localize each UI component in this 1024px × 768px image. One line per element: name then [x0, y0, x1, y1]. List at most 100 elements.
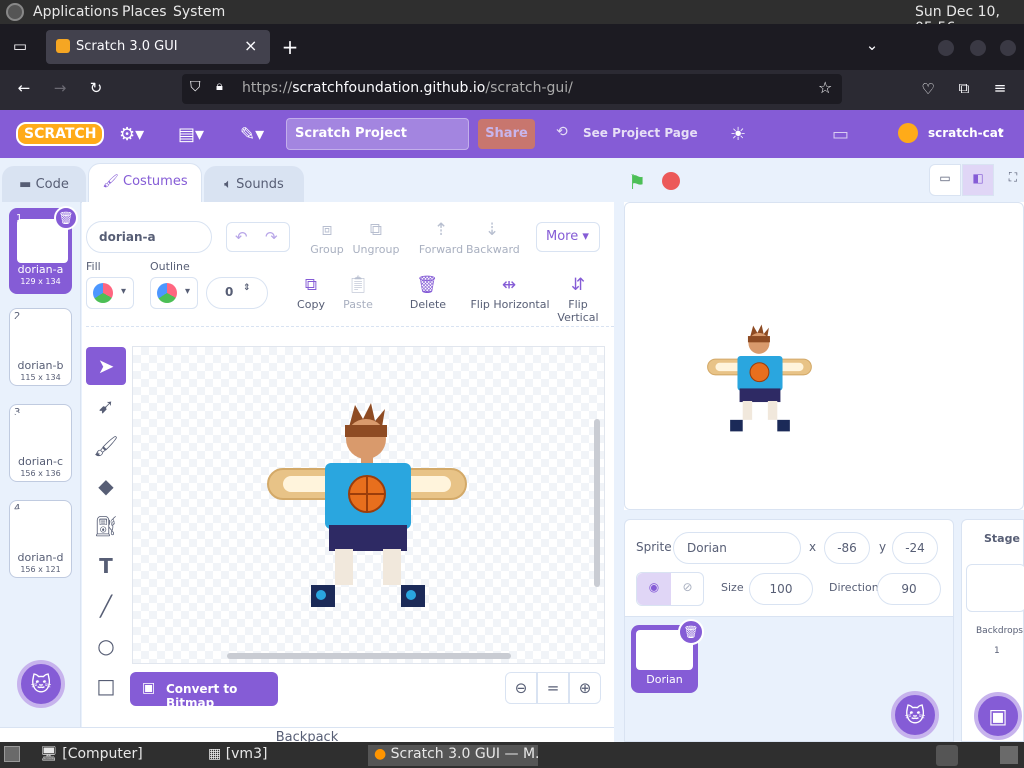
choose-backdrop-icon[interactable]: ▣ — [974, 692, 1022, 740]
hide-eye-icon[interactable]: ⊘ — [671, 573, 704, 605]
lock-icon[interactable]: 🔒︎ — [216, 79, 223, 94]
paste-button[interactable]: Paste — [338, 298, 378, 311]
firefox-tray-icon[interactable] — [936, 745, 958, 766]
canvas-vertical-scrollbar[interactable] — [594, 419, 600, 587]
gnome-foot-icon[interactable] — [6, 3, 24, 21]
close-tab-icon[interactable]: × — [244, 36, 257, 55]
fill-bucket-tool-icon[interactable]: ⛽︎ — [86, 507, 126, 545]
delete-button[interactable]: Delete — [408, 298, 448, 311]
dorian-sprite-drawing[interactable] — [263, 397, 473, 617]
large-stage-icon[interactable]: ◧ — [962, 164, 994, 196]
tab-costumes[interactable]: 🖌︎ Costumes — [88, 163, 202, 203]
back-icon[interactable]: ← — [12, 79, 36, 97]
close-window-icon[interactable] — [1000, 40, 1016, 56]
list-tabs-icon[interactable]: ⌄ — [860, 36, 884, 54]
share-button[interactable]: Share — [478, 119, 535, 149]
group-icon[interactable]: ⧈ — [314, 220, 340, 240]
costume-tile-4[interactable]: 4 dorian-d 156 x 121 — [9, 500, 72, 578]
stop-sign-icon[interactable] — [662, 172, 680, 190]
user-avatar[interactable] — [898, 123, 918, 143]
reshape-tool-icon[interactable]: ➹ — [86, 387, 126, 425]
forward-layer-icon[interactable]: ⇡ — [428, 220, 454, 240]
browser-tab-scratch[interactable]: Scratch 3.0 GUI × — [46, 30, 270, 64]
small-stage-icon[interactable]: ▭ — [929, 164, 961, 196]
text-tool-icon[interactable]: T — [86, 547, 126, 585]
flip-vertical-icon[interactable]: ⇵ — [565, 275, 591, 295]
stage-selector[interactable]: Stage Backdrops 1 ▣ — [961, 519, 1024, 742]
hamburger-menu-icon[interactable]: ≡ — [988, 79, 1012, 97]
redo-icon[interactable]: ↷ — [265, 228, 278, 246]
minimize-icon[interactable] — [938, 40, 954, 56]
debug-lightbulb-icon[interactable]: ☀ — [730, 124, 746, 145]
settings-gear-icon[interactable]: ⚙▾ — [119, 124, 144, 145]
flip-horizontal-button[interactable]: Flip Horizontal — [470, 298, 550, 311]
flip-horizontal-icon[interactable]: ⇹ — [496, 275, 522, 295]
paste-icon[interactable]: 📋︎ — [345, 275, 371, 295]
tab-overview-icon[interactable]: ▭ — [8, 37, 32, 55]
x-position-input[interactable]: -86 — [824, 532, 870, 564]
see-project-page-link[interactable]: See Project Page — [583, 126, 698, 140]
my-stuff-folder-icon[interactable]: ▭ — [832, 124, 849, 145]
project-title-input[interactable]: Scratch Project — [286, 118, 469, 150]
backward-button[interactable]: Backward — [466, 243, 520, 256]
tab-code[interactable]: ▬ Code — [2, 166, 86, 203]
taskbar-item-vm3[interactable]: ▦ [vm3] — [202, 745, 273, 766]
delete-trash-icon[interactable]: 🗑︎ — [414, 275, 440, 295]
ungroup-icon[interactable]: ⧉ — [363, 220, 389, 240]
account-chevron-down-icon[interactable]: ▾ — [998, 125, 1004, 138]
zoom-out-icon[interactable]: ⊖ — [505, 672, 537, 704]
eraser-tool-icon[interactable]: ◆ — [86, 467, 126, 505]
new-tab-icon[interactable]: + — [278, 35, 302, 59]
ungroup-button[interactable]: Ungroup — [350, 243, 402, 256]
places-menu[interactable]: Places — [122, 4, 167, 20]
show-eye-icon[interactable]: ◉ — [637, 573, 671, 605]
y-position-input[interactable]: -24 — [892, 532, 938, 564]
taskbar-item-computer[interactable]: 🖥︎ [Computer] — [34, 745, 149, 766]
url-bar[interactable]: ⛉ 🔒︎ https://scratchfoundation.github.io… — [182, 74, 842, 104]
circle-tool-icon[interactable]: ○ — [86, 627, 126, 665]
trash-tray-icon[interactable] — [1000, 746, 1018, 764]
copy-button[interactable]: Copy — [292, 298, 330, 311]
canvas-horizontal-scrollbar[interactable] — [227, 653, 511, 659]
costume-name-input[interactable]: dorian-a — [86, 221, 212, 253]
backward-layer-icon[interactable]: ⇣ — [479, 220, 505, 240]
fill-color-picker[interactable]: ▾ — [86, 277, 134, 309]
direction-input[interactable]: 90 — [877, 573, 941, 605]
applications-menu[interactable]: Applications — [33, 4, 119, 20]
stepper-icon[interactable]: ⇕ — [243, 283, 251, 293]
green-flag-icon[interactable]: ⚑ — [628, 170, 646, 194]
stage-canvas[interactable] — [624, 202, 1024, 510]
costume-tile-3[interactable]: 3 dorian-c 156 x 136 — [9, 404, 72, 482]
forward-icon[interactable]: → — [48, 79, 72, 97]
backpack-header[interactable]: Backpack — [0, 727, 614, 745]
bookmark-star-icon[interactable]: ☆ — [818, 78, 832, 97]
taskbar-item-firefox[interactable]: ● Scratch 3.0 GUI — M... — [368, 745, 538, 766]
edit-menu-icon[interactable]: ✎▾ — [240, 124, 264, 145]
tab-sounds[interactable]: 🔈︎ Sounds — [204, 166, 304, 203]
choose-costume-cat-icon[interactable]: 🐱︎ — [17, 660, 65, 708]
zoom-reset-button[interactable]: = — [537, 672, 569, 704]
fullscreen-icon[interactable]: ⛶ — [1002, 164, 1024, 196]
line-tool-icon[interactable]: ╱ — [86, 587, 126, 625]
file-menu-icon[interactable]: ▤▾ — [178, 124, 204, 145]
group-button[interactable]: Group — [308, 243, 346, 256]
forward-button[interactable]: Forward — [418, 243, 464, 256]
show-desktop-icon[interactable] — [4, 746, 20, 762]
zoom-in-icon[interactable]: ⊕ — [569, 672, 601, 704]
username[interactable]: scratch-cat — [928, 126, 1004, 140]
delete-sprite-trash-icon[interactable]: 🗑︎ — [678, 619, 704, 645]
costume-tile-2[interactable]: 2 dorian-b 115 x 134 — [9, 308, 72, 386]
outline-color-picker[interactable]: ▾ — [150, 277, 198, 309]
delete-costume-trash-icon[interactable]: 🗑︎ — [54, 206, 78, 230]
convert-to-bitmap-button[interactable]: ▣ Convert to Bitmap — [130, 672, 278, 710]
outline-width-input[interactable]: 0 ⇕ — [206, 277, 268, 309]
select-tool-arrow-icon[interactable]: ➤ — [86, 347, 126, 385]
extensions-icon[interactable]: ⧉ — [952, 79, 976, 97]
copy-icon[interactable]: ⧉ — [298, 275, 324, 295]
stage-dorian-sprite[interactable] — [705, 321, 815, 437]
scratch-logo[interactable]: SCRATCH — [16, 122, 105, 146]
system-menu[interactable]: System — [173, 4, 225, 20]
choose-sprite-cat-icon[interactable]: 🐱︎ — [891, 691, 939, 739]
shield-icon[interactable]: ⛉ — [190, 79, 201, 95]
pocket-icon[interactable]: ♡ — [916, 80, 940, 98]
